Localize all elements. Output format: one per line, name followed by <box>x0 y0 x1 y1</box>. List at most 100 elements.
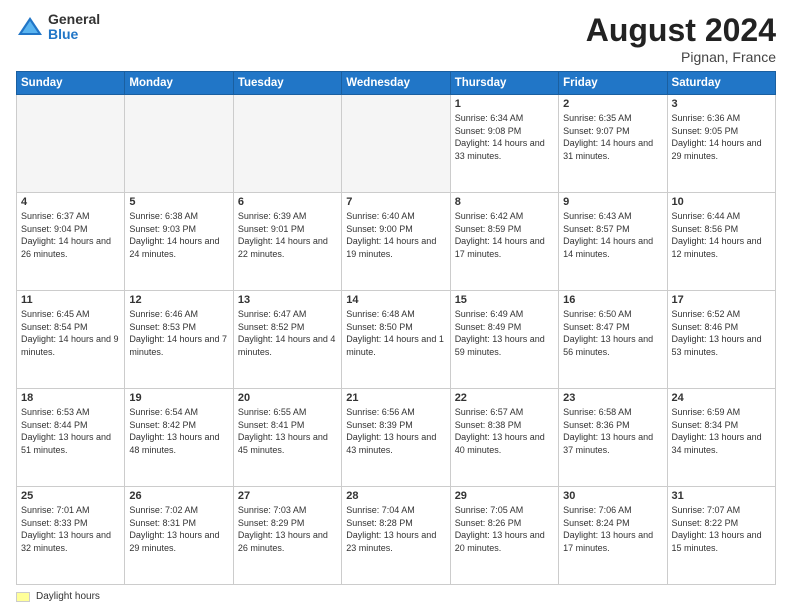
day-number: 3 <box>672 98 771 110</box>
table-cell: 21Sunrise: 6:56 AM Sunset: 8:39 PM Dayli… <box>342 389 450 487</box>
table-cell: 17 Sunrise: 6:52 AM Sunset: 8:46 PM Dayli… <box>667 291 775 389</box>
day-number: 11 <box>21 294 120 306</box>
day-number: 14 <box>346 294 445 306</box>
day-info: Sunrise: 7:03 AM Sunset: 8:29 PM Dayligh… <box>238 504 337 554</box>
col-friday: Friday <box>559 72 667 95</box>
table-cell: 8 Sunrise: 6:42 AM Sunset: 8:59 PM Daylig… <box>450 193 558 291</box>
logo-blue-text: Blue <box>48 27 100 42</box>
table-cell: 31Sunrise: 7:07 AM Sunset: 8:22 PM Dayli… <box>667 487 775 585</box>
table-cell: 24 Sunrise: 6:59 AM Sunset: 8:34 PM Dayli… <box>667 389 775 487</box>
col-tuesday: Tuesday <box>233 72 341 95</box>
day-number: 1 <box>455 98 554 110</box>
week-row-4: 18Sunrise: 6:53 AM Sunset: 8:44 PM Dayli… <box>17 389 776 487</box>
table-cell: 27Sunrise: 7:03 AM Sunset: 8:29 PM Dayli… <box>233 487 341 585</box>
logo: General Blue <box>16 12 100 43</box>
table-cell: 12 Sunrise: 6:46 AM Sunset: 8:53 PM Dayli… <box>125 291 233 389</box>
day-info: Sunrise: 7:04 AM Sunset: 8:28 PM Dayligh… <box>346 504 445 554</box>
day-number: 2 <box>563 98 662 110</box>
month-year: August 2024 <box>586 12 776 49</box>
day-number: 24 <box>672 392 771 404</box>
logo-text: General Blue <box>48 12 100 43</box>
table-cell: 3 Sunrise: 6:36 AM Sunset: 9:05 PM Daylig… <box>667 95 775 193</box>
table-cell: 29Sunrise: 7:05 AM Sunset: 8:26 PM Dayli… <box>450 487 558 585</box>
day-info: Sunrise: 6:35 AM Sunset: 9:07 PM Dayligh… <box>563 112 662 162</box>
table-cell: 22 Sunrise: 6:57 AM Sunset: 8:38 PM Dayli… <box>450 389 558 487</box>
day-info: Sunrise: 6:52 AM Sunset: 8:46 PM Dayligh… <box>672 308 771 358</box>
logo-general: General <box>48 12 100 27</box>
col-monday: Monday <box>125 72 233 95</box>
day-info: Sunrise: 6:44 AM Sunset: 8:56 PM Dayligh… <box>672 210 771 260</box>
day-info: Sunrise: 6:55 AM Sunset: 8:41 PM Dayligh… <box>238 406 337 456</box>
day-number: 25 <box>21 490 120 502</box>
day-number: 20 <box>238 392 337 404</box>
day-number: 7 <box>346 196 445 208</box>
page: General Blue August 2024 Pignan, France … <box>0 0 792 612</box>
day-number: 13 <box>238 294 337 306</box>
day-number: 21 <box>346 392 445 404</box>
day-info: Sunrise: 6:47 AM Sunset: 8:52 PM Dayligh… <box>238 308 337 358</box>
table-cell: 23 Sunrise: 6:58 AM Sunset: 8:36 PM Dayli… <box>559 389 667 487</box>
table-cell: 18Sunrise: 6:53 AM Sunset: 8:44 PM Dayli… <box>17 389 125 487</box>
day-number: 16 <box>563 294 662 306</box>
day-info: Sunrise: 6:58 AM Sunset: 8:36 PM Dayligh… <box>563 406 662 456</box>
day-number: 9 <box>563 196 662 208</box>
day-number: 17 <box>672 294 771 306</box>
day-info: Sunrise: 6:34 AM Sunset: 9:08 PM Dayligh… <box>455 112 554 162</box>
day-info: Sunrise: 6:40 AM Sunset: 9:00 PM Dayligh… <box>346 210 445 260</box>
day-info: Sunrise: 6:50 AM Sunset: 8:47 PM Dayligh… <box>563 308 662 358</box>
table-cell: 11Sunrise: 6:45 AM Sunset: 8:54 PM Dayli… <box>17 291 125 389</box>
day-number: 31 <box>672 490 771 502</box>
day-info: Sunrise: 6:57 AM Sunset: 8:38 PM Dayligh… <box>455 406 554 456</box>
legend-color-box <box>16 592 30 602</box>
table-cell <box>17 95 125 193</box>
day-info: Sunrise: 6:46 AM Sunset: 8:53 PM Dayligh… <box>129 308 228 358</box>
day-info: Sunrise: 6:38 AM Sunset: 9:03 PM Dayligh… <box>129 210 228 260</box>
week-row-2: 4Sunrise: 6:37 AM Sunset: 9:04 PM Daylig… <box>17 193 776 291</box>
table-cell: 7 Sunrise: 6:40 AM Sunset: 9:00 PM Daylig… <box>342 193 450 291</box>
table-cell <box>125 95 233 193</box>
table-cell: 4Sunrise: 6:37 AM Sunset: 9:04 PM Daylig… <box>17 193 125 291</box>
day-info: Sunrise: 7:02 AM Sunset: 8:31 PM Dayligh… <box>129 504 228 554</box>
legend: Daylight hours <box>16 591 776 602</box>
day-number: 8 <box>455 196 554 208</box>
day-info: Sunrise: 6:49 AM Sunset: 8:49 PM Dayligh… <box>455 308 554 358</box>
day-info: Sunrise: 6:59 AM Sunset: 8:34 PM Dayligh… <box>672 406 771 456</box>
day-number: 28 <box>346 490 445 502</box>
table-cell: 9 Sunrise: 6:43 AM Sunset: 8:57 PM Daylig… <box>559 193 667 291</box>
day-number: 29 <box>455 490 554 502</box>
table-cell: 2 Sunrise: 6:35 AM Sunset: 9:07 PM Daylig… <box>559 95 667 193</box>
table-cell: 28 Sunrise: 7:04 AM Sunset: 8:28 PM Dayli… <box>342 487 450 585</box>
day-number: 12 <box>129 294 228 306</box>
calendar-table: Sunday Monday Tuesday Wednesday Thursday… <box>16 71 776 585</box>
day-number: 22 <box>455 392 554 404</box>
col-thursday: Thursday <box>450 72 558 95</box>
table-cell: 25 Sunrise: 7:01 AM Sunset: 8:33 PM Dayli… <box>17 487 125 585</box>
table-cell: 14 Sunrise: 6:48 AM Sunset: 8:50 PM Dayli… <box>342 291 450 389</box>
week-row-5: 25 Sunrise: 7:01 AM Sunset: 8:33 PM Dayli… <box>17 487 776 585</box>
table-cell: 20 Sunrise: 6:55 AM Sunset: 8:41 PM Dayli… <box>233 389 341 487</box>
calendar-header-row: Sunday Monday Tuesday Wednesday Thursday… <box>17 72 776 95</box>
day-info: Sunrise: 6:53 AM Sunset: 8:44 PM Dayligh… <box>21 406 120 456</box>
table-cell: 30Sunrise: 7:06 AM Sunset: 8:24 PM Dayli… <box>559 487 667 585</box>
day-number: 19 <box>129 392 228 404</box>
day-info: Sunrise: 7:01 AM Sunset: 8:33 PM Dayligh… <box>21 504 120 554</box>
title-block: August 2024 Pignan, France <box>586 12 776 65</box>
day-number: 6 <box>238 196 337 208</box>
day-number: 30 <box>563 490 662 502</box>
table-cell: 5 Sunrise: 6:38 AM Sunset: 9:03 PM Daylig… <box>125 193 233 291</box>
day-info: Sunrise: 6:48 AM Sunset: 8:50 PM Dayligh… <box>346 308 445 358</box>
week-row-3: 11Sunrise: 6:45 AM Sunset: 8:54 PM Dayli… <box>17 291 776 389</box>
table-cell: 1 Sunrise: 6:34 AM Sunset: 9:08 PM Daylig… <box>450 95 558 193</box>
day-number: 5 <box>129 196 228 208</box>
logo-icon <box>16 13 44 41</box>
day-info: Sunrise: 6:43 AM Sunset: 8:57 PM Dayligh… <box>563 210 662 260</box>
week-row-1: 1 Sunrise: 6:34 AM Sunset: 9:08 PM Daylig… <box>17 95 776 193</box>
table-cell <box>233 95 341 193</box>
day-info: Sunrise: 6:37 AM Sunset: 9:04 PM Dayligh… <box>21 210 120 260</box>
day-info: Sunrise: 6:36 AM Sunset: 9:05 PM Dayligh… <box>672 112 771 162</box>
day-info: Sunrise: 6:54 AM Sunset: 8:42 PM Dayligh… <box>129 406 228 456</box>
day-info: Sunrise: 6:42 AM Sunset: 8:59 PM Dayligh… <box>455 210 554 260</box>
header: General Blue August 2024 Pignan, France <box>16 12 776 65</box>
day-number: 23 <box>563 392 662 404</box>
table-cell: 13 Sunrise: 6:47 AM Sunset: 8:52 PM Dayli… <box>233 291 341 389</box>
